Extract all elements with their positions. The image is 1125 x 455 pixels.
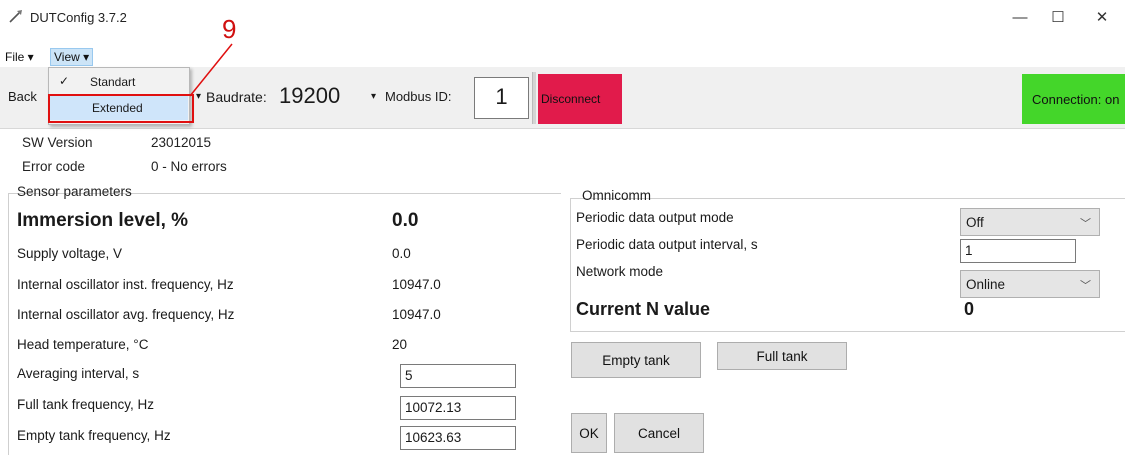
head-temperature-value: 20 xyxy=(392,337,408,352)
immersion-level-label: Immersion level, % xyxy=(17,210,189,231)
full-tank-button[interactable]: Full tank xyxy=(717,342,847,370)
sensor-parameters-title: Sensor parameters xyxy=(17,184,132,199)
network-mode-value: Online xyxy=(966,277,1006,292)
inst-frequency-value: 10947.0 xyxy=(392,277,441,292)
modbus-id-value[interactable]: 1 xyxy=(474,84,529,110)
empty-tank-frequency-label: Empty tank frequency, Hz xyxy=(17,428,171,443)
periodic-output-mode-value: Off xyxy=(966,215,984,230)
toolbar-separator xyxy=(532,72,536,124)
averaging-interval-label: Averaging interval, s xyxy=(17,366,140,381)
full-tank-frequency-input[interactable]: 10072.13 xyxy=(400,396,516,420)
chevron-down-icon: ﹀ xyxy=(1080,218,1091,230)
menu-view[interactable]: View ▾ xyxy=(50,48,94,66)
head-temperature-label: Head temperature, °C xyxy=(17,337,149,352)
ok-button[interactable]: OK xyxy=(571,413,607,453)
minimize-icon[interactable]: — xyxy=(1000,4,1040,30)
baudrate-label: Baudrate: xyxy=(206,89,267,105)
connection-status-badge: Connection: on xyxy=(1022,74,1125,124)
averaging-interval-input[interactable]: 5 xyxy=(400,364,516,388)
menu-file[interactable]: File ▾ xyxy=(2,49,37,65)
sw-version-value: 23012015 xyxy=(151,135,212,150)
menu-bar xyxy=(0,44,1125,64)
maximize-icon[interactable]: ☐ xyxy=(1038,4,1078,30)
network-mode-label: Network mode xyxy=(576,264,664,279)
menu-option-standart[interactable]: Standart xyxy=(90,75,135,89)
disconnect-button[interactable]: Disconnect xyxy=(538,74,622,124)
chevron-down-icon[interactable]: ▾ xyxy=(196,91,201,102)
annotation-number: 9 xyxy=(222,14,237,44)
app-icon xyxy=(9,10,22,23)
empty-tank-frequency-input[interactable]: 10623.63 xyxy=(400,426,516,450)
baudrate-dropdown-icon[interactable]: ▾ xyxy=(371,91,376,102)
periodic-output-mode-label: Periodic data output mode xyxy=(576,210,734,225)
full-tank-frequency-label: Full tank frequency, Hz xyxy=(17,397,155,412)
cancel-button[interactable]: Cancel xyxy=(614,413,704,453)
check-icon: ✓ xyxy=(59,74,70,88)
window-title: DUTConfig 3.7.2 xyxy=(30,10,127,25)
back-button[interactable]: Back xyxy=(8,89,37,104)
inst-frequency-label: Internal oscillator inst. frequency, Hz xyxy=(17,277,234,292)
chevron-down-icon: ﹀ xyxy=(1080,280,1091,292)
modbus-id-label: Modbus ID: xyxy=(385,89,452,104)
error-code-value: 0 - No errors xyxy=(151,159,227,174)
network-mode-select[interactable]: Online ﹀ xyxy=(960,270,1100,298)
omnicomm-title: Omnicomm xyxy=(582,188,652,203)
sw-version-label: SW Version xyxy=(22,135,93,150)
current-n-label: Current N value xyxy=(576,299,711,319)
close-icon[interactable]: ✕ xyxy=(1082,4,1122,30)
empty-tank-button[interactable]: Empty tank xyxy=(571,342,701,378)
annotation-highlight-box xyxy=(48,94,194,123)
baudrate-select[interactable]: 19200 xyxy=(279,83,340,109)
supply-voltage-value: 0.0 xyxy=(392,246,411,261)
periodic-output-interval-label: Periodic data output interval, s xyxy=(576,237,758,252)
title-bar xyxy=(0,0,1125,34)
error-code-label: Error code xyxy=(22,159,86,174)
immersion-level-value: 0.0 xyxy=(392,210,419,231)
periodic-output-mode-select[interactable]: Off ﹀ xyxy=(960,208,1100,236)
supply-voltage-label: Supply voltage, V xyxy=(17,246,123,261)
avg-frequency-label: Internal oscillator avg. frequency, Hz xyxy=(17,307,235,322)
current-n-value: 0 xyxy=(964,299,975,319)
periodic-output-interval-input[interactable]: 1 xyxy=(960,239,1076,263)
avg-frequency-value: 10947.0 xyxy=(392,307,441,322)
